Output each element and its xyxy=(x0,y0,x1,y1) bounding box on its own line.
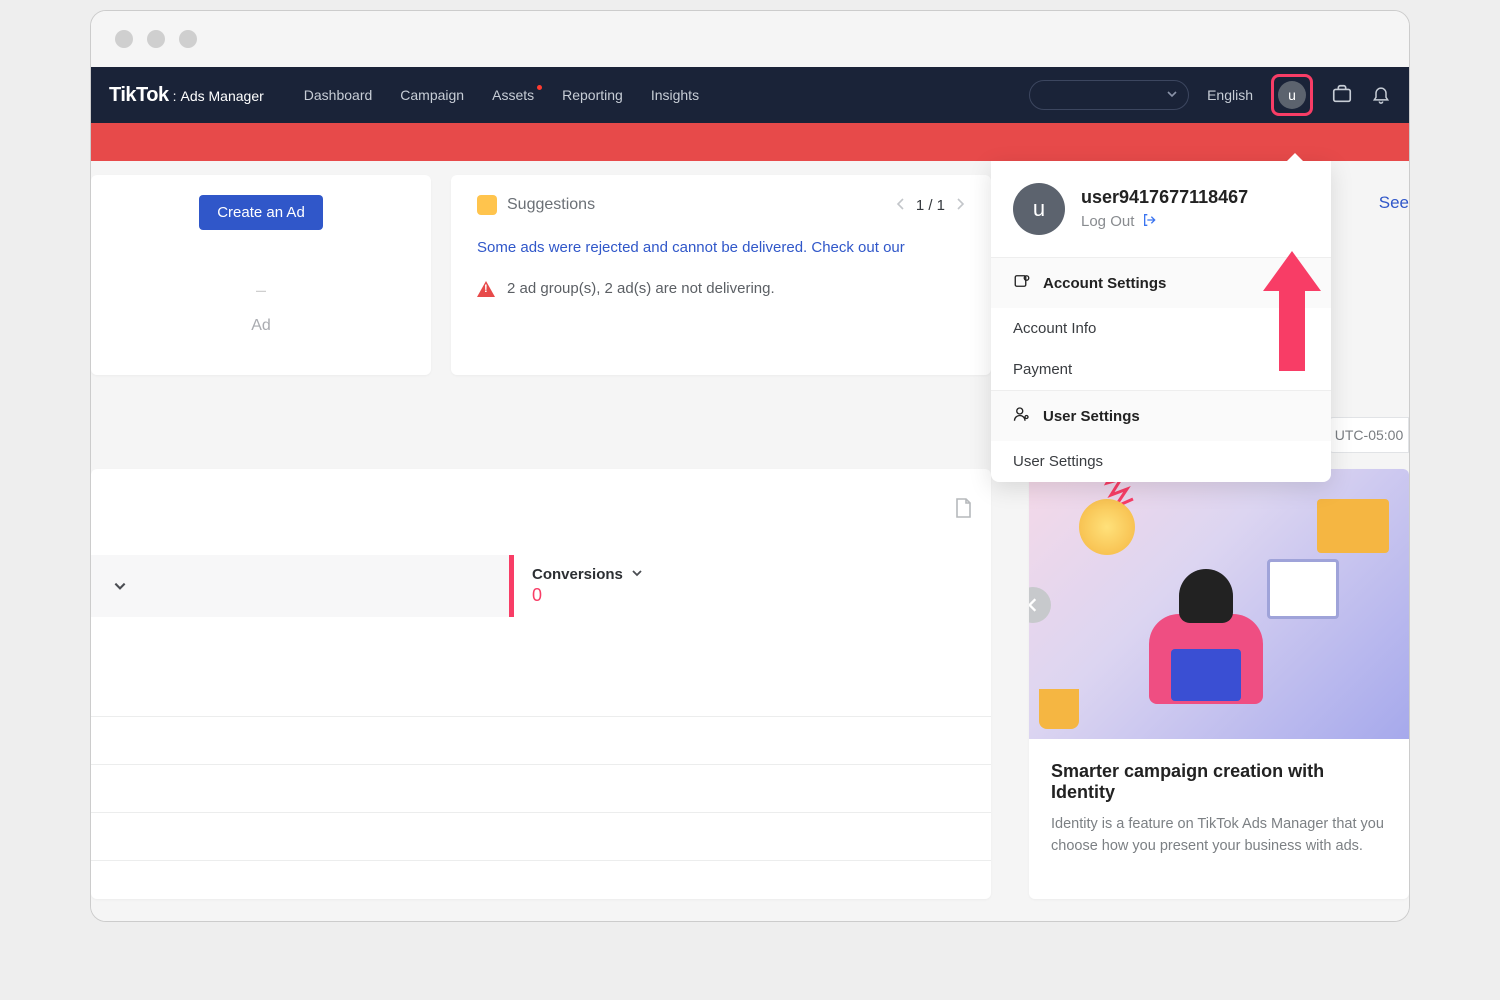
avatar-icon: u xyxy=(1278,81,1306,109)
menu-label: User Settings xyxy=(1013,453,1103,470)
decoration-bulb xyxy=(1079,499,1135,555)
decoration-person-head xyxy=(1179,569,1233,623)
timezone-indicator[interactable]: UTC-05:00 xyxy=(1329,417,1409,453)
menu-user-settings-header: User Settings xyxy=(991,391,1331,441)
nav-campaign[interactable]: Campaign xyxy=(400,87,464,103)
suggestions-icon xyxy=(477,195,497,215)
brand: TikTok : Ads Manager xyxy=(109,84,264,107)
warning-text: 2 ad group(s), 2 ad(s) are not deliverin… xyxy=(507,280,775,297)
decoration-laptop xyxy=(1171,649,1241,701)
window-dot xyxy=(115,30,133,48)
stat-placeholder: – xyxy=(256,280,266,301)
stat-label-ad: Ad xyxy=(251,317,271,335)
metric-dropdown-partial[interactable] xyxy=(91,555,149,617)
create-ad-card: Create an Ad – Ad xyxy=(91,175,431,375)
metric-value: 0 xyxy=(532,585,991,606)
chevron-down-icon xyxy=(1166,87,1178,103)
metric-selector-row: Conversions 0 xyxy=(91,555,991,617)
promo-card: Smarter campaign creation with Identity … xyxy=(1029,469,1409,899)
create-ad-button[interactable]: Create an Ad xyxy=(199,195,323,230)
see-link[interactable]: See xyxy=(1379,193,1409,213)
promo-desc: Identity is a feature on TikTok Ads Mana… xyxy=(1029,813,1409,858)
pager-count: 1 / 1 xyxy=(916,197,945,214)
window-dot xyxy=(147,30,165,48)
user-icon xyxy=(1013,405,1031,427)
suggestions-title: Suggestions xyxy=(507,196,595,214)
decoration-box xyxy=(1317,499,1389,553)
nav-dashboard[interactable]: Dashboard xyxy=(304,87,373,103)
logout-icon xyxy=(1142,212,1158,232)
promo-title: Smarter campaign creation with Identity xyxy=(1029,739,1409,813)
logout-link[interactable]: Log Out xyxy=(1081,212,1248,232)
browser-frame: TikTok : Ads Manager Dashboard Campaign … xyxy=(90,10,1410,922)
menu-label: Account Info xyxy=(1013,320,1096,337)
stats-card: Conversions 0 xyxy=(91,469,991,899)
metric-conversions[interactable]: Conversions 0 xyxy=(509,555,991,617)
warning-icon xyxy=(477,281,495,297)
user-avatar-button[interactable]: u xyxy=(1271,74,1313,116)
window-dot xyxy=(179,30,197,48)
nav-reporting[interactable]: Reporting xyxy=(562,87,623,103)
pager-prev-icon[interactable] xyxy=(896,197,906,214)
brand-main: TikTok xyxy=(109,84,169,107)
pager-next-icon[interactable] xyxy=(955,197,965,214)
logout-label: Log Out xyxy=(1081,213,1134,230)
nav-assets[interactable]: Assets xyxy=(492,87,534,103)
settings-icon xyxy=(1013,272,1031,294)
top-nav: TikTok : Ads Manager Dashboard Campaign … xyxy=(91,67,1409,123)
language-selector[interactable]: English xyxy=(1207,87,1253,103)
page-content: Create an Ad – Ad Suggestions 1 / 1 Some… xyxy=(91,161,1409,921)
avatar-icon: u xyxy=(1013,183,1065,235)
bell-icon[interactable] xyxy=(1371,84,1391,107)
nav-insights[interactable]: Insights xyxy=(651,87,699,103)
rejected-ads-link[interactable]: Some ads were rejected and cannot be del… xyxy=(477,239,965,256)
menu-label: User Settings xyxy=(1043,408,1140,425)
menu-label: Payment xyxy=(1013,361,1072,378)
decoration-screen xyxy=(1267,559,1339,619)
menu-user-settings[interactable]: User Settings xyxy=(991,441,1331,482)
carousel-prev-icon[interactable] xyxy=(1029,587,1051,623)
account-selector[interactable] xyxy=(1029,80,1189,110)
callout-arrow-icon xyxy=(1263,251,1321,376)
chevron-down-icon xyxy=(631,566,643,583)
decoration-plant xyxy=(1039,689,1079,729)
alert-banner xyxy=(91,123,1409,161)
metric-label: Conversions xyxy=(532,566,623,583)
brand-sub: Ads Manager xyxy=(181,88,264,104)
brand-sep: : xyxy=(173,88,177,104)
menu-label: Account Settings xyxy=(1043,275,1166,292)
nav-items: Dashboard Campaign Assets Reporting Insi… xyxy=(304,87,699,103)
business-center-icon[interactable] xyxy=(1331,83,1353,108)
promo-illustration xyxy=(1029,469,1409,739)
chart-gridlines xyxy=(91,669,991,861)
browser-titlebar xyxy=(91,11,1409,67)
export-icon[interactable] xyxy=(953,497,973,524)
suggestions-card: Suggestions 1 / 1 Some ads were rejected… xyxy=(451,175,991,375)
dropdown-username: user9417677118467 xyxy=(1081,187,1248,208)
